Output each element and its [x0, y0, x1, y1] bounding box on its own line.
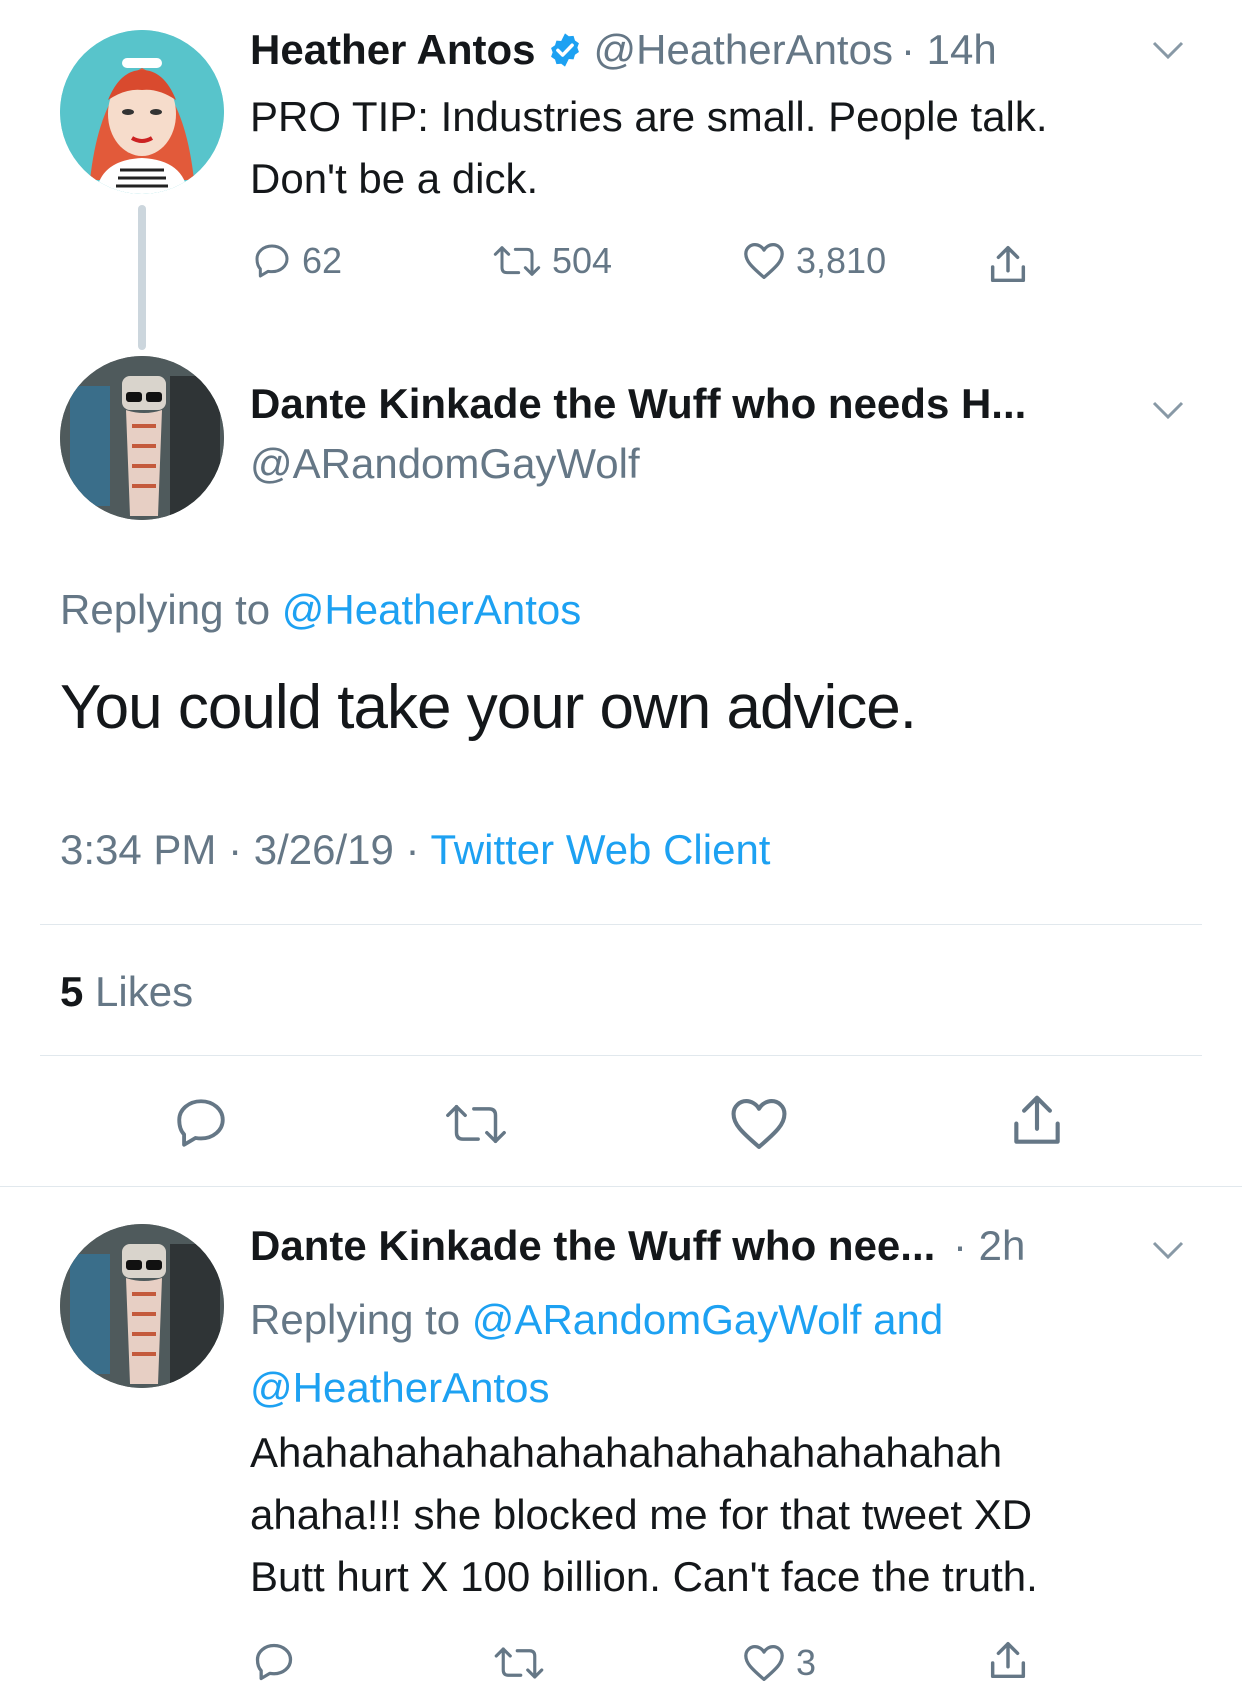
- share-icon: [985, 1638, 1031, 1684]
- reply-count: 62: [302, 240, 343, 281]
- reply-icon: [252, 1640, 296, 1684]
- heart-icon: [728, 1096, 790, 1152]
- like-count: 3,810: [796, 240, 887, 281]
- tweet-time[interactable]: · 14h: [901, 26, 997, 74]
- mention-link[interactable]: @ARandomGayWolf and: [472, 1296, 943, 1343]
- tweet-text-line: Ahahahahahahahahahahahahahahahah: [250, 1429, 1003, 1476]
- like-count: 3: [796, 1642, 817, 1683]
- reply-button[interactable]: 62: [252, 240, 342, 282]
- reply-button[interactable]: [172, 1094, 230, 1152]
- reply-icon: [252, 241, 292, 281]
- tweet-text-line: ahaha!!! she blocked me for that tweet X…: [250, 1491, 1033, 1538]
- replying-to: Replying to @HeatherAntos: [60, 586, 581, 634]
- mention-link[interactable]: @HeatherAntos: [282, 586, 581, 633]
- retweet-button[interactable]: 504: [492, 240, 612, 282]
- retweet-icon: [440, 1098, 512, 1150]
- replying-label: Replying to: [60, 586, 271, 633]
- share-button[interactable]: [985, 1638, 1031, 1684]
- replying-to: Replying to @ARandomGayWolf and @Heather…: [250, 1286, 943, 1422]
- divider: [0, 1186, 1242, 1187]
- tweet1-text: PRO TIP: Industries are small. People ta…: [250, 86, 1048, 210]
- client-link[interactable]: Twitter Web Client: [430, 826, 770, 873]
- reply-icon: [172, 1094, 230, 1152]
- retweet-icon: [492, 1642, 546, 1684]
- thread-line: [138, 205, 146, 350]
- likes-label: Likes: [95, 968, 194, 1015]
- tweet3-header: Dante Kinkade the Wuff who nee... · 2h: [250, 1222, 1025, 1270]
- like-button[interactable]: 3: [742, 1642, 816, 1684]
- retweet-icon: [492, 241, 542, 281]
- divider: [40, 1055, 1202, 1056]
- tweet-text: You could take your own advice.: [60, 673, 917, 742]
- chevron-down-icon[interactable]: [1150, 38, 1186, 67]
- reply-button[interactable]: [252, 1640, 296, 1684]
- author-handle[interactable]: @ARandomGayWolf: [250, 440, 640, 488]
- tweet-text-line: PRO TIP: Industries are small. People ta…: [250, 93, 1048, 140]
- author-name[interactable]: Dante Kinkade the Wuff who needs H...: [250, 380, 1026, 428]
- author-name[interactable]: Dante Kinkade the Wuff who nee...: [250, 1222, 935, 1269]
- divider: [40, 924, 1202, 925]
- like-button[interactable]: [728, 1096, 790, 1152]
- likes-count: 5: [60, 968, 84, 1015]
- share-icon: [1006, 1090, 1068, 1152]
- retweet-button[interactable]: [440, 1098, 512, 1150]
- chevron-down-icon[interactable]: [1150, 398, 1186, 427]
- avatar-dante[interactable]: [60, 356, 224, 520]
- retweet-button[interactable]: [492, 1642, 546, 1684]
- retweet-count: 504: [552, 240, 613, 281]
- author-handle[interactable]: @HeatherAntos: [594, 26, 893, 74]
- tweet1-header: Heather Antos @HeatherAntos · 14h: [250, 24, 997, 76]
- heart-icon: [742, 1643, 786, 1683]
- tweet-text-line: Butt hurt X 100 billion. Can't face the …: [250, 1553, 1038, 1600]
- avatar-heather[interactable]: [60, 30, 224, 194]
- tweet-timestamp: 3:34 PM: [60, 826, 217, 873]
- mention-link[interactable]: @HeatherAntos: [250, 1354, 943, 1422]
- share-button[interactable]: [985, 242, 1031, 288]
- share-icon: [985, 242, 1031, 288]
- like-button[interactable]: 3,810: [742, 240, 886, 282]
- chevron-down-icon[interactable]: [1150, 1238, 1186, 1267]
- heart-icon: [742, 241, 786, 281]
- likes-summary[interactable]: 5 Likes: [60, 968, 193, 1016]
- avatar-dante[interactable]: [60, 1224, 224, 1388]
- share-button[interactable]: [1006, 1090, 1068, 1152]
- tweet-meta: 3:34 PM · 3/26/19 · Twitter Web Client: [60, 826, 770, 874]
- verified-badge-icon: [546, 31, 584, 69]
- author-name[interactable]: Heather Antos: [250, 26, 536, 74]
- tweet-time[interactable]: · 2h: [953, 1222, 1025, 1269]
- tweet-text: Ahahahahahahahahahahahahahahahah ahaha!!…: [250, 1422, 1038, 1608]
- replying-label: Replying to: [250, 1296, 461, 1343]
- tweet-text-line: Don't be a dick.: [250, 155, 539, 202]
- tweet-date: · 3/26/19 ·: [228, 826, 420, 873]
